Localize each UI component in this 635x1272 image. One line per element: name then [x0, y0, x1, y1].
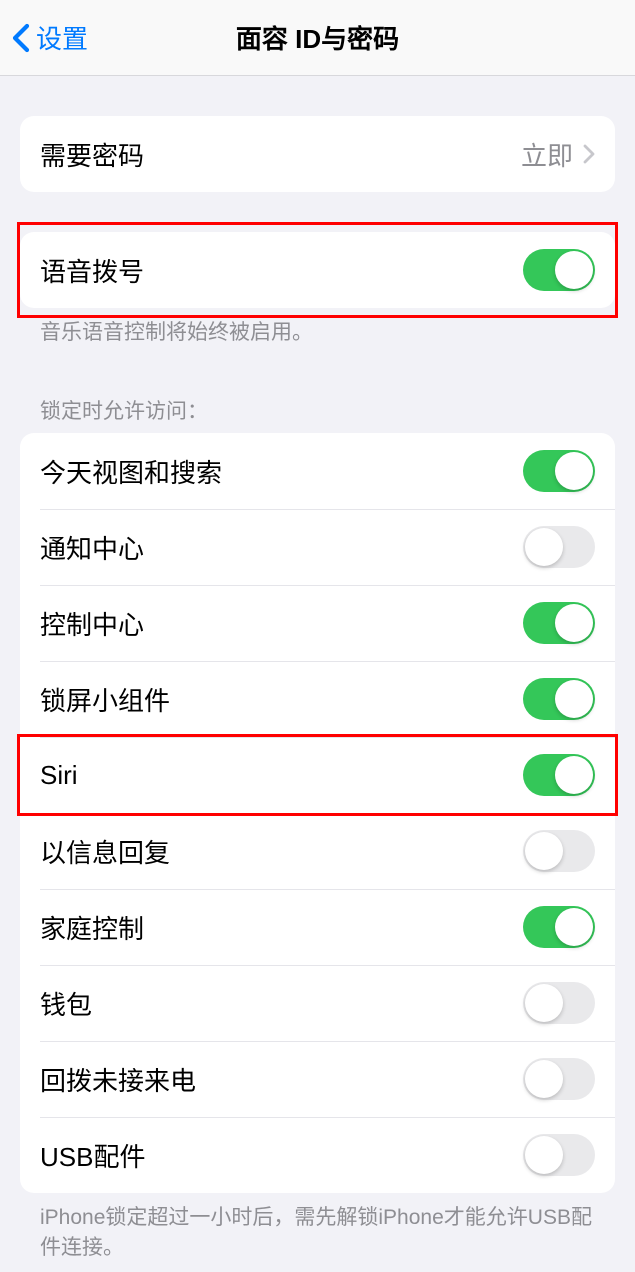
lock-item-label: 以信息回复: [40, 833, 523, 870]
lock-access-group: 今天视图和搜索通知中心控制中心锁屏小组件 Siri 以信息回复家庭控制钱包回拨未接来…: [20, 433, 615, 1193]
lock-item-label: 回拨未接来电: [40, 1061, 523, 1098]
toggle-knob: [555, 604, 593, 642]
back-chevron-icon: [12, 23, 30, 53]
navbar: 设置 面容 ID与密码: [0, 0, 635, 76]
chevron-right-icon: [583, 144, 595, 164]
lock-item-toggle[interactable]: [523, 678, 595, 720]
lock-item-label: 通知中心: [40, 529, 523, 566]
lock-item-toggle[interactable]: [523, 982, 595, 1024]
lock-item-label: 钱包: [40, 985, 523, 1022]
require-passcode-row[interactable]: 需要密码 立即: [20, 116, 615, 192]
lock-item-label: 控制中心: [40, 605, 523, 642]
voice-dial-row: 语音拨号: [20, 232, 615, 308]
toggle-knob: [525, 1136, 563, 1174]
lock-item-row: 家庭控制: [20, 889, 615, 965]
lock-item-toggle[interactable]: [523, 830, 595, 872]
lock-item-toggle[interactable]: [523, 754, 595, 796]
voice-dial-toggle[interactable]: [523, 249, 595, 291]
lock-item-row: 钱包: [20, 965, 615, 1041]
toggle-knob: [555, 251, 593, 289]
lock-item-row: 锁屏小组件: [20, 661, 615, 737]
require-passcode-value: 立即: [521, 136, 573, 173]
lock-item-row: 控制中心: [20, 585, 615, 661]
lock-item-row: USB配件: [20, 1117, 615, 1193]
lock-item-row: 今天视图和搜索: [20, 433, 615, 509]
lock-item-row: Siri: [20, 737, 615, 813]
page-title: 面容 ID与密码: [236, 19, 399, 56]
lock-item-row: 以信息回复: [20, 813, 615, 889]
lock-item-row: 通知中心: [20, 509, 615, 585]
passcode-group: 需要密码 立即: [20, 116, 615, 192]
lock-item-label: Siri: [40, 760, 523, 791]
lock-access-header: 锁定时允许访问：: [20, 387, 615, 433]
lock-item-toggle[interactable]: [523, 1058, 595, 1100]
lock-item-label: 家庭控制: [40, 909, 523, 946]
lock-item-label: USB配件: [40, 1137, 523, 1174]
lock-item-toggle[interactable]: [523, 1134, 595, 1176]
usb-footer: iPhone锁定超过一小时后，需先解锁iPhone才能允许USB配件连接。: [20, 1193, 615, 1272]
voice-dial-label: 语音拨号: [40, 252, 523, 289]
toggle-knob: [555, 680, 593, 718]
lock-item-toggle[interactable]: [523, 602, 595, 644]
lock-item-toggle[interactable]: [523, 906, 595, 948]
voice-dial-group: 语音拨号: [20, 232, 615, 308]
toggle-knob: [555, 756, 593, 794]
toggle-knob: [525, 984, 563, 1022]
toggle-knob: [525, 528, 563, 566]
toggle-knob: [555, 908, 593, 946]
voice-dial-footer: 音乐语音控制将始终被启用。: [20, 308, 615, 357]
lock-item-label: 锁屏小组件: [40, 681, 523, 718]
toggle-knob: [525, 832, 563, 870]
back-button[interactable]: 设置: [0, 19, 88, 56]
back-label: 设置: [36, 19, 88, 56]
toggle-knob: [525, 1060, 563, 1098]
require-passcode-label: 需要密码: [40, 136, 521, 173]
lock-item-row: 回拨未接来电: [20, 1041, 615, 1117]
lock-item-toggle[interactable]: [523, 526, 595, 568]
toggle-knob: [555, 452, 593, 490]
lock-item-toggle[interactable]: [523, 450, 595, 492]
lock-item-label: 今天视图和搜索: [40, 453, 523, 490]
